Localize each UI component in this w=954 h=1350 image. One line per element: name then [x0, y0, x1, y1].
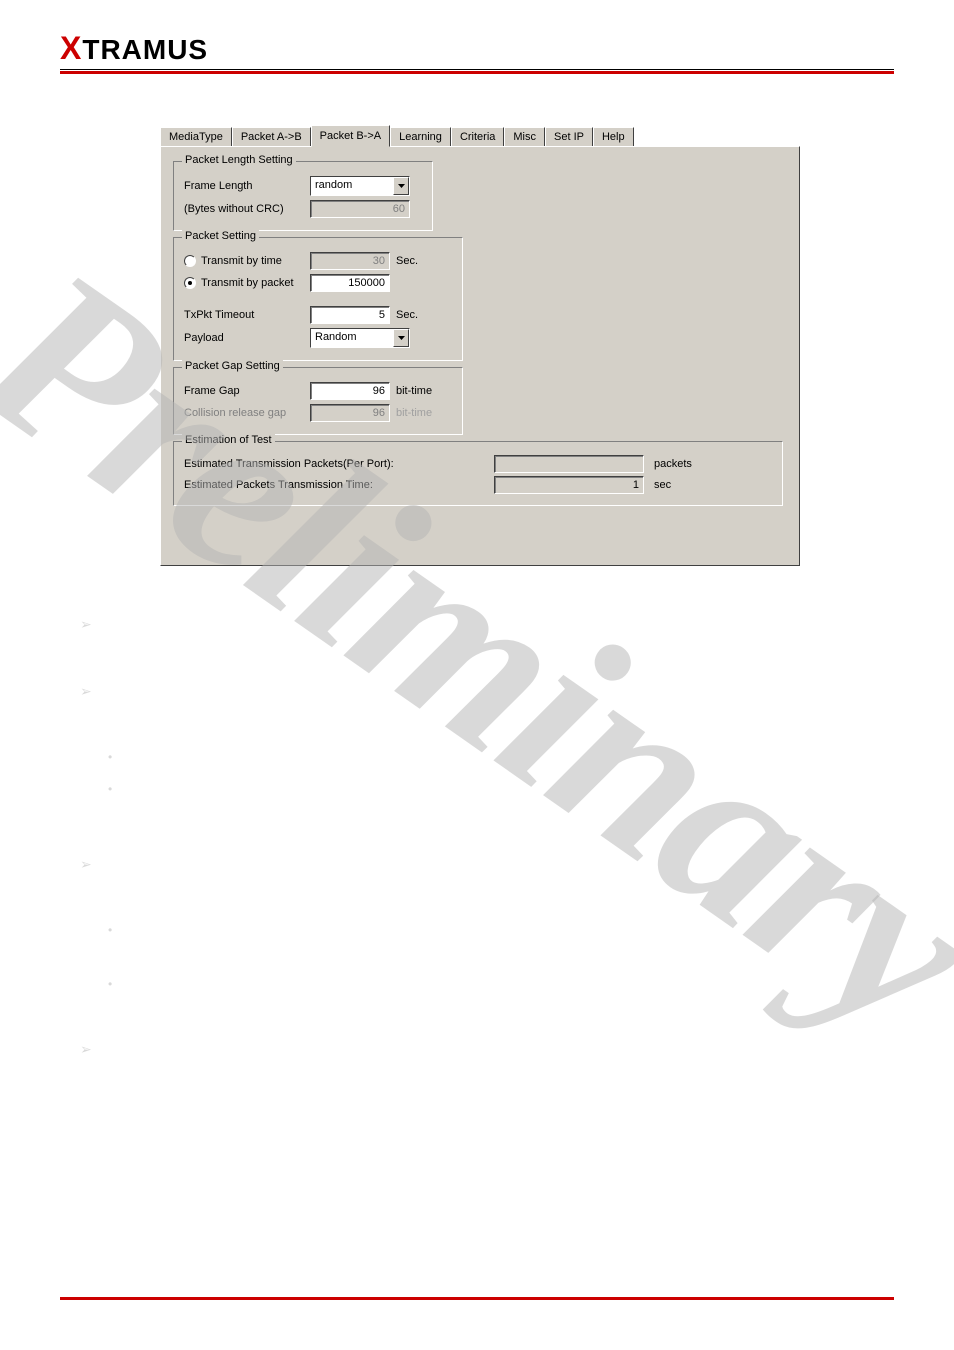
tab-misc[interactable]: Misc — [504, 127, 545, 146]
label-bytes-without-crc: (Bytes without CRC) — [184, 203, 304, 215]
combo-frame-length[interactable]: random — [310, 176, 410, 196]
unit-sec-3: sec — [654, 479, 671, 491]
brand-redline — [60, 71, 894, 74]
tab-criteria[interactable]: Criteria — [451, 127, 504, 146]
unit-sec-2: Sec. — [396, 309, 418, 321]
label-est-time: Estimated Packets Transmission Time: — [184, 479, 494, 491]
tab-strip: MediaType Packet A->B Packet B->A Learni… — [160, 124, 800, 146]
radio-icon-checked — [184, 277, 196, 289]
chevron-bullet: ➢ — [80, 856, 894, 873]
radio-transmit-by-packet[interactable]: Transmit by packet — [184, 277, 304, 289]
radio-icon — [184, 255, 196, 267]
bullet-outline: ➢ ➢ • • ➢ • • ➢ — [80, 616, 894, 1058]
dot-bullet: • — [108, 750, 894, 764]
unit-packets: packets — [654, 458, 692, 470]
group-packet-length: Packet Length Setting Frame Length rando… — [173, 161, 433, 231]
brand-x: X — [60, 30, 82, 66]
legend-estimation: Estimation of Test — [182, 434, 275, 446]
combo-frame-length-value: random — [311, 177, 393, 195]
label-transmit-by-packet: Transmit by packet — [201, 277, 294, 289]
tab-packet-ab[interactable]: Packet A->B — [232, 127, 311, 146]
tab-panel: Packet Length Setting Frame Length rando… — [160, 146, 800, 566]
chevron-bullet: ➢ — [80, 1041, 894, 1058]
unit-bittime-2: bit-time — [396, 407, 432, 419]
legend-packet-length: Packet Length Setting — [182, 154, 296, 166]
combo-payload[interactable]: Random — [310, 328, 410, 348]
input-transmit-time: 30 — [310, 252, 390, 270]
chevron-down-icon[interactable] — [393, 329, 409, 347]
input-transmit-packet-count[interactable]: 150000 — [310, 274, 390, 292]
brand-rest: TRAMUS — [82, 34, 208, 65]
legend-packet-gap: Packet Gap Setting — [182, 360, 283, 372]
dot-bullet: • — [108, 782, 894, 796]
input-frame-gap[interactable]: 96 — [310, 382, 390, 400]
chevron-bullet: ➢ — [80, 683, 894, 700]
output-est-packets — [494, 455, 644, 473]
label-payload: Payload — [184, 332, 304, 344]
tab-help[interactable]: Help — [593, 127, 634, 146]
chevron-bullet: ➢ — [80, 616, 894, 633]
label-frame-gap: Frame Gap — [184, 385, 304, 397]
input-txpkt-timeout[interactable]: 5 — [310, 306, 390, 324]
unit-sec: Sec. — [396, 255, 418, 267]
brand-logo: XTRAMUS — [60, 30, 894, 67]
input-bytes-without-crc: 60 — [310, 200, 410, 218]
combo-payload-value: Random — [311, 329, 393, 347]
label-collision-release-gap: Collision release gap — [184, 407, 304, 419]
tab-packet-ba[interactable]: Packet B->A — [311, 125, 390, 147]
tab-mediatype[interactable]: MediaType — [160, 127, 232, 146]
chevron-down-icon[interactable] — [393, 177, 409, 195]
tab-setip[interactable]: Set IP — [545, 127, 593, 146]
unit-bittime: bit-time — [396, 385, 432, 397]
footer-redline — [60, 1297, 894, 1300]
group-packet-setting: Packet Setting Transmit by time 30 Sec. … — [173, 237, 463, 361]
brand-underline — [60, 69, 894, 70]
label-frame-length: Frame Length — [184, 180, 304, 192]
output-est-time: 1 — [494, 476, 644, 494]
dot-bullet: • — [108, 923, 894, 937]
label-transmit-by-time: Transmit by time — [201, 255, 282, 267]
group-packet-gap: Packet Gap Setting Frame Gap 96 bit-time… — [173, 367, 463, 435]
legend-packet-setting: Packet Setting — [182, 230, 259, 242]
radio-transmit-by-time[interactable]: Transmit by time — [184, 255, 304, 267]
settings-dialog: MediaType Packet A->B Packet B->A Learni… — [160, 124, 800, 566]
label-txpkt-timeout: TxPkt Timeout — [184, 309, 304, 321]
input-collision-release-gap: 96 — [310, 404, 390, 422]
dot-bullet: • — [108, 977, 894, 991]
group-estimation: Estimation of Test Estimated Transmissio… — [173, 441, 783, 506]
tab-learning[interactable]: Learning — [390, 127, 451, 146]
label-est-packets: Estimated Transmission Packets(Per Port)… — [184, 458, 494, 470]
